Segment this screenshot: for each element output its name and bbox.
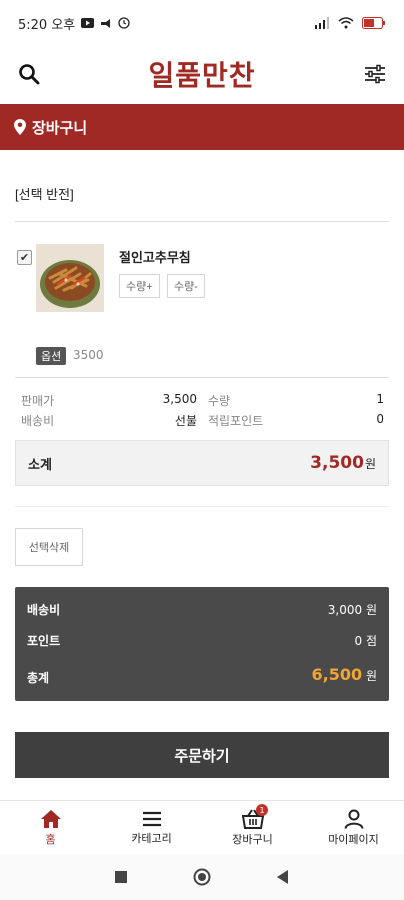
divider bbox=[15, 221, 389, 222]
status-left: 5:20 오후 bbox=[18, 14, 130, 33]
youtube-icon bbox=[81, 18, 95, 28]
order-summary: 배송비 3,000 원 포인트 0 점 총계 6,500 원 bbox=[15, 587, 389, 701]
bottom-nav: 홈 카테고리 1 장바구니 마이페이지 bbox=[0, 800, 404, 854]
summary-points-value: 0 점 bbox=[354, 634, 378, 648]
product-name[interactable]: 절인고추무침 bbox=[119, 247, 191, 266]
signal-icon bbox=[314, 17, 330, 29]
divider bbox=[15, 506, 389, 507]
option-tag: 옵션 bbox=[36, 347, 67, 365]
home-circle-icon bbox=[193, 868, 211, 886]
nav-home-label: 홈 bbox=[45, 832, 56, 846]
product-image[interactable] bbox=[36, 244, 104, 312]
menu-icon bbox=[142, 811, 161, 826]
quantity-decrease-button[interactable]: 수량- bbox=[167, 274, 205, 298]
recents-icon bbox=[115, 871, 127, 883]
recents-button[interactable] bbox=[115, 871, 127, 883]
nav-category-label: 카테고리 bbox=[131, 831, 172, 845]
points-value: 0 bbox=[376, 412, 384, 426]
subtotal-box: 소계 3,500원 bbox=[15, 440, 389, 486]
app-header: 일품만찬 bbox=[0, 46, 404, 102]
subtotal-unit: 원 bbox=[364, 457, 376, 471]
subtotal-amount: 3,500 bbox=[310, 453, 364, 473]
invert-selection-button[interactable]: [선택 반전] bbox=[15, 184, 74, 203]
summary-total-unit: 원 bbox=[365, 669, 377, 683]
nav-cart[interactable]: 1 장바구니 bbox=[202, 801, 303, 854]
cart-title-bar: 장바구니 bbox=[0, 104, 404, 150]
sliders-icon bbox=[364, 64, 385, 84]
filter-button[interactable] bbox=[362, 61, 388, 87]
nav-mypage-label: 마이페이지 bbox=[328, 832, 379, 846]
option-price: 3500 bbox=[73, 348, 104, 362]
clock-icon bbox=[118, 17, 130, 29]
sale-price-value: 3,500 bbox=[162, 392, 197, 406]
subtotal-price: 3,500원 bbox=[310, 453, 376, 473]
home-icon bbox=[40, 809, 61, 828]
divider bbox=[15, 377, 389, 378]
summary-shipping-label: 배송비 bbox=[27, 603, 61, 617]
subtotal-label: 소계 bbox=[28, 457, 52, 473]
nav-mypage[interactable]: 마이페이지 bbox=[303, 801, 404, 854]
shipping-value: 선불 bbox=[174, 414, 197, 428]
checkmark-icon: ✔ bbox=[19, 251, 30, 264]
shipping-label: 배송비 bbox=[21, 414, 55, 428]
back-triangle-icon bbox=[277, 870, 288, 884]
summary-total-label: 총계 bbox=[27, 671, 50, 685]
quantity-label: 수량 bbox=[208, 394, 231, 408]
search-icon bbox=[19, 64, 40, 85]
home-system-button[interactable] bbox=[193, 868, 211, 886]
nav-category[interactable]: 카테고리 bbox=[101, 801, 202, 854]
item-checkbox[interactable]: ✔ bbox=[17, 250, 32, 265]
system-nav-bar bbox=[0, 854, 404, 900]
notification-icon bbox=[100, 18, 112, 29]
location-pin-icon bbox=[14, 119, 26, 135]
nav-home[interactable]: 홈 bbox=[0, 801, 101, 854]
search-button[interactable] bbox=[16, 61, 42, 87]
quantity-value: 1 bbox=[376, 392, 384, 406]
back-button[interactable] bbox=[277, 870, 289, 884]
summary-shipping-value: 3,000 원 bbox=[327, 603, 377, 617]
user-icon bbox=[344, 809, 363, 829]
summary-points-label: 포인트 bbox=[27, 634, 61, 648]
status-time: 5:20 오후 bbox=[18, 17, 76, 33]
summary-total: 6,500 원 bbox=[312, 665, 377, 684]
wifi-icon bbox=[338, 17, 354, 29]
delete-selected-button[interactable]: 선택삭제 bbox=[15, 528, 83, 566]
summary-total-value: 6,500 bbox=[311, 665, 363, 684]
points-label: 적립포인트 bbox=[208, 414, 264, 428]
cart-count-badge: 1 bbox=[256, 804, 268, 816]
quantity-increase-button[interactable]: 수량+ bbox=[119, 274, 160, 298]
nav-cart-label: 장바구니 bbox=[232, 832, 273, 846]
order-button[interactable]: 주문하기 bbox=[15, 732, 389, 778]
battery-icon bbox=[362, 17, 386, 29]
status-right bbox=[314, 17, 386, 29]
page-title: 장바구니 bbox=[32, 118, 88, 137]
sale-price-label: 판매가 bbox=[21, 394, 55, 408]
brand-logo[interactable]: 일품만찬 bbox=[148, 54, 255, 94]
status-bar: 5:20 오후 bbox=[0, 0, 404, 46]
